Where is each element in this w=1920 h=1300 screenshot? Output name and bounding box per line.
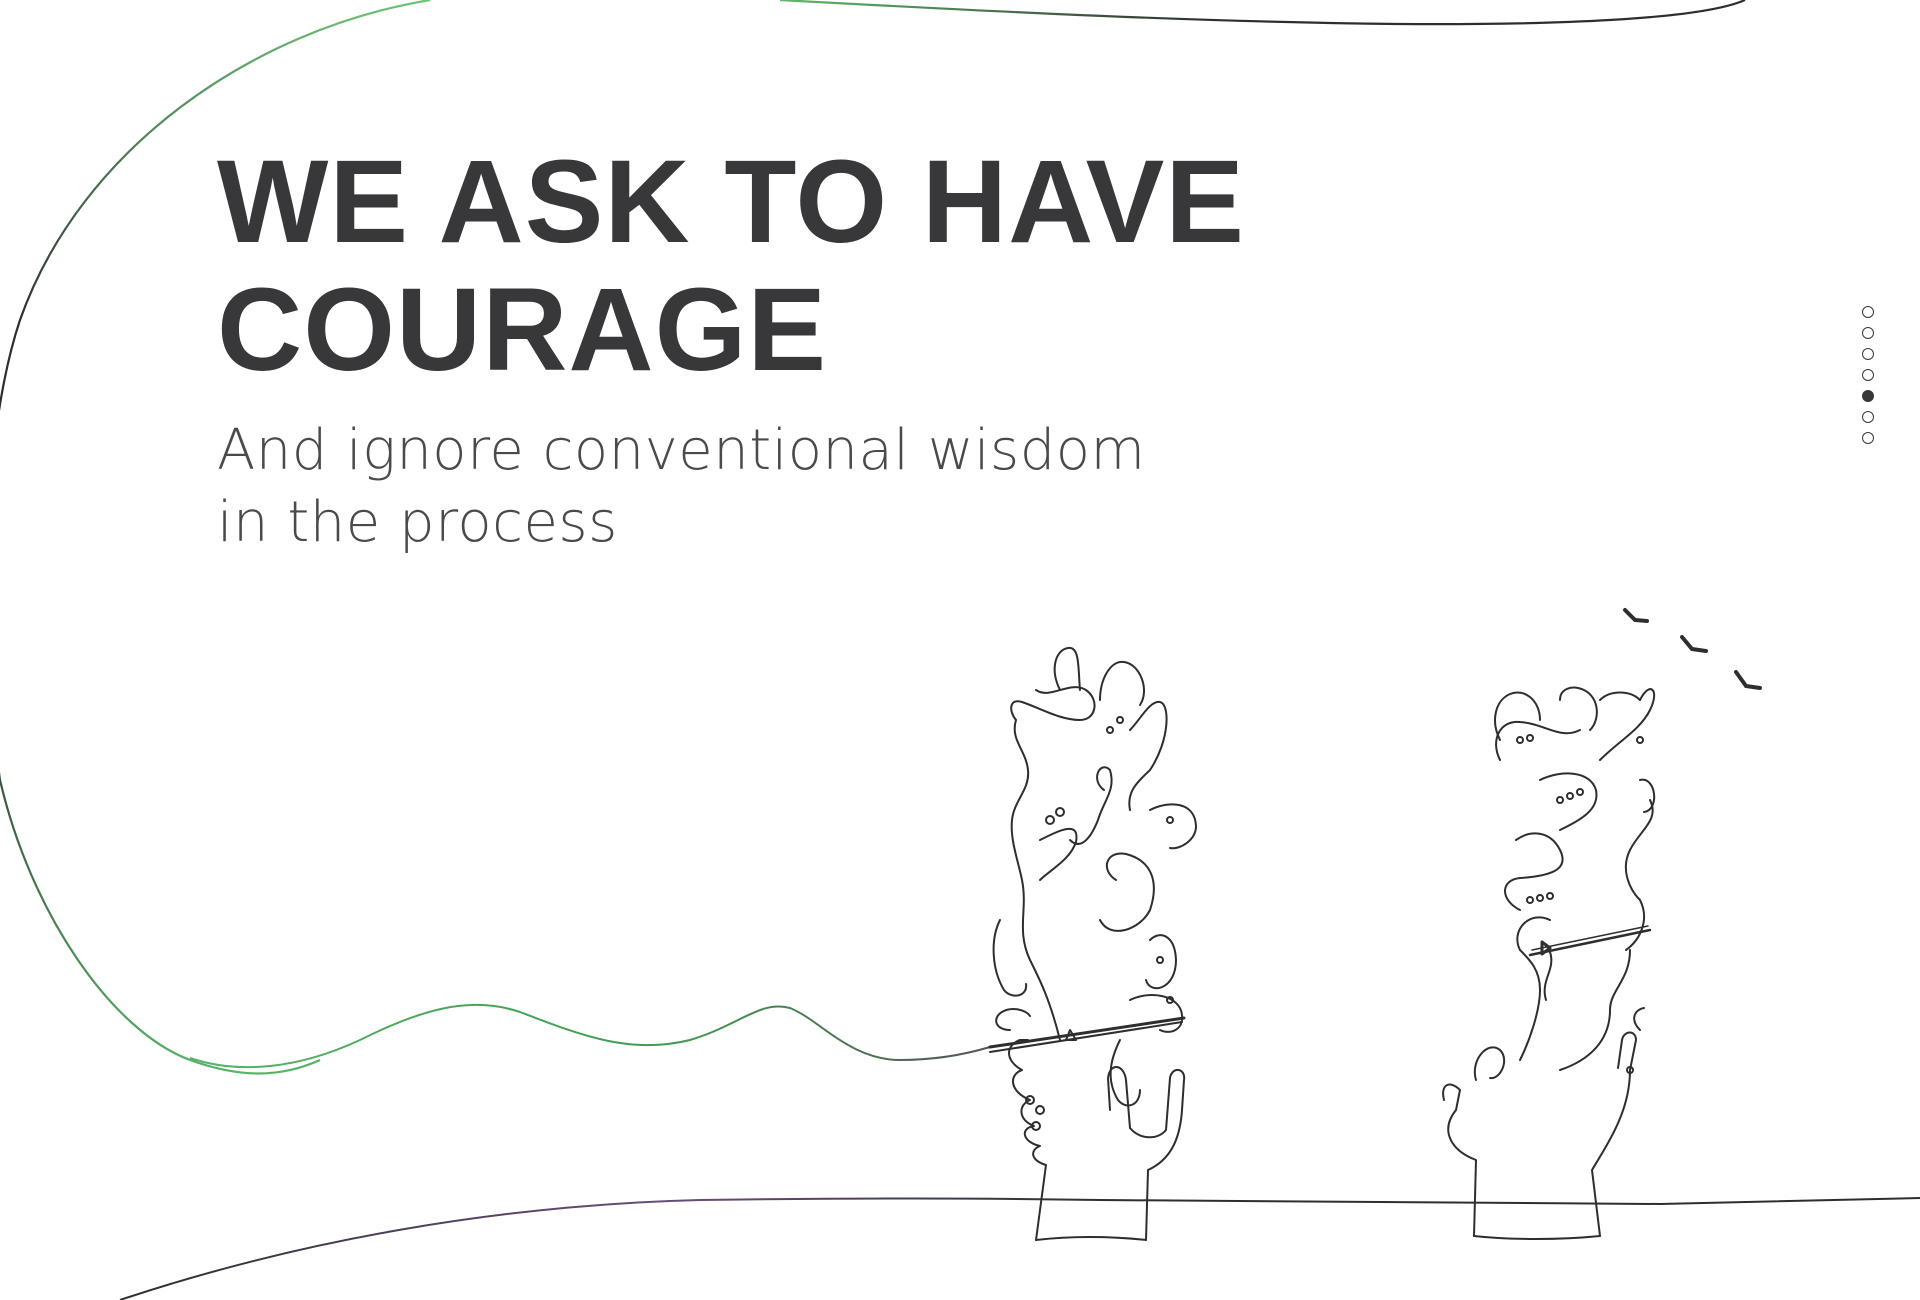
hero-title: WE ASK TO HAVE COURAGE bbox=[217, 138, 1417, 394]
left-hand-drawing bbox=[988, 646, 1197, 1241]
hero-title-line-1: WE ASK TO HAVE bbox=[217, 136, 1246, 268]
pagination-dot-2[interactable] bbox=[1862, 327, 1874, 339]
pagination-dot-3[interactable] bbox=[1862, 348, 1874, 360]
pagination-dot-1[interactable] bbox=[1862, 306, 1874, 318]
pagination-dot-7[interactable] bbox=[1862, 432, 1874, 444]
birds bbox=[1623, 608, 1762, 690]
hero-subtitle-line-2: in the process bbox=[217, 490, 618, 555]
top-curve-line bbox=[779, 0, 1746, 26]
wave-line bbox=[189, 1003, 991, 1069]
right-hand-drawing bbox=[1442, 686, 1656, 1240]
ground-line bbox=[119, 1197, 1920, 1300]
pagination-dot-5[interactable] bbox=[1862, 390, 1874, 402]
hero-subtitle: And ignore conventional wisdom in the pr… bbox=[217, 415, 1217, 559]
pagination-dot-4[interactable] bbox=[1862, 369, 1874, 381]
hero-slide: WE ASK TO HAVE COURAGE And ignore conven… bbox=[0, 0, 1920, 1300]
hero-subtitle-line-1: And ignore conventional wisdom bbox=[217, 418, 1146, 483]
slide-pagination bbox=[1862, 306, 1878, 453]
hero-title-line-2: COURAGE bbox=[217, 264, 828, 396]
pagination-dot-6[interactable] bbox=[1862, 411, 1874, 423]
